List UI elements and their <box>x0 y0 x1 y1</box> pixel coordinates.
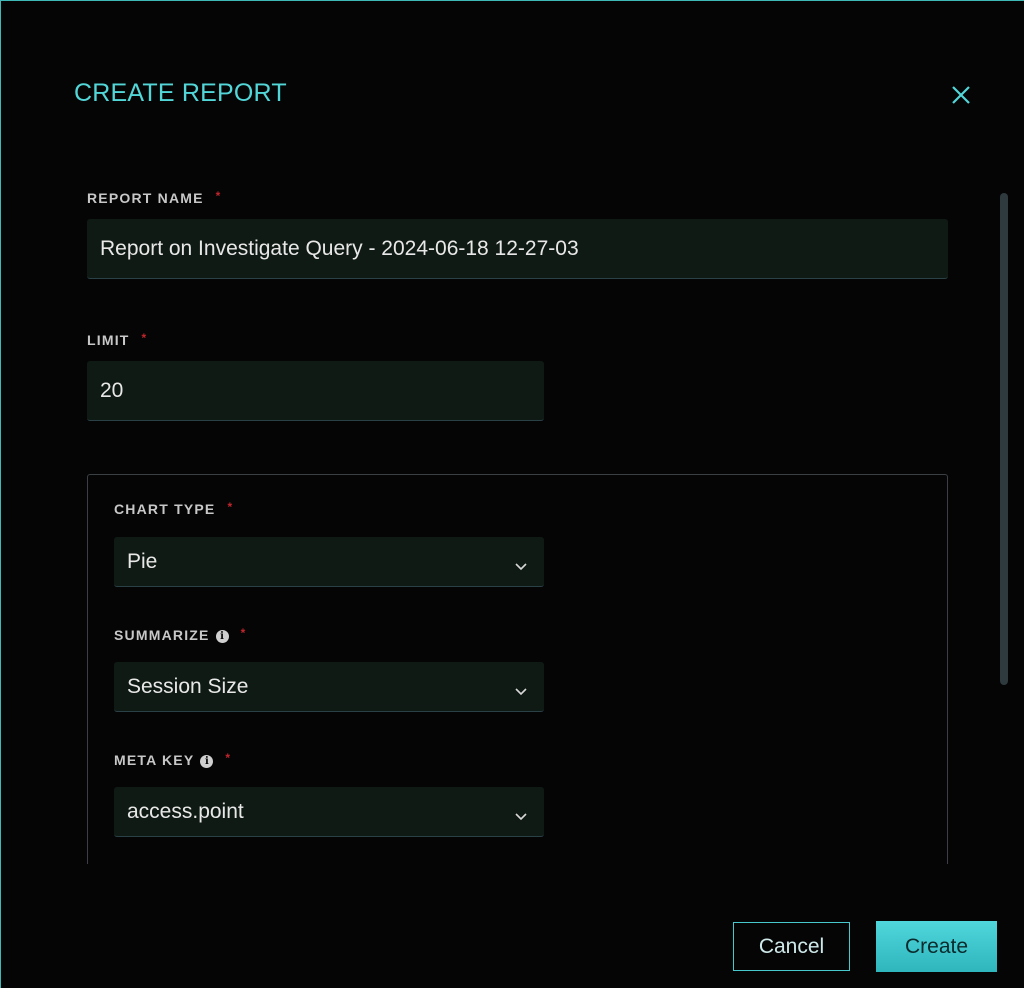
dialog-title: CREATE REPORT <box>74 79 287 107</box>
meta-key-select[interactable]: access.point <box>114 787 544 837</box>
report-name-label: REPORT NAME * <box>87 189 222 206</box>
chart-type-value: Pie <box>127 549 158 573</box>
info-icon[interactable]: i <box>200 755 214 768</box>
meta-key-label: META KEY i * <box>114 751 232 768</box>
create-report-dialog: CREATE REPORT REPORT NAME* LIMIT* CHART … <box>0 0 1024 988</box>
chart-type-label: CHART TYPE * <box>114 500 234 517</box>
chevron-down-icon <box>515 812 527 820</box>
create-button[interactable]: Create <box>876 921 997 972</box>
cancel-button[interactable]: Cancel <box>733 922 850 971</box>
summarize-label: SUMMARIZE i * <box>114 626 247 643</box>
required-mark: * <box>141 331 148 345</box>
required-mark: * <box>225 751 232 765</box>
summarize-select[interactable]: Session Size <box>114 662 544 712</box>
scrollbar-thumb[interactable] <box>1000 193 1008 685</box>
chevron-down-icon <box>515 687 527 695</box>
limit-label: LIMIT * <box>87 331 148 348</box>
limit-input[interactable] <box>100 378 544 403</box>
required-mark: * <box>227 500 234 514</box>
summarize-value: Session Size <box>127 674 249 698</box>
report-name-field[interactable] <box>87 219 948 279</box>
chevron-down-icon <box>515 562 527 570</box>
chart-type-select[interactable]: Pie <box>114 537 544 587</box>
report-name-input[interactable] <box>100 236 948 261</box>
close-icon[interactable] <box>947 81 975 109</box>
meta-key-value: access.point <box>127 799 244 823</box>
limit-field[interactable] <box>87 361 544 421</box>
required-mark: * <box>240 626 247 640</box>
required-mark: * <box>215 189 222 203</box>
info-icon[interactable]: i <box>215 630 229 643</box>
